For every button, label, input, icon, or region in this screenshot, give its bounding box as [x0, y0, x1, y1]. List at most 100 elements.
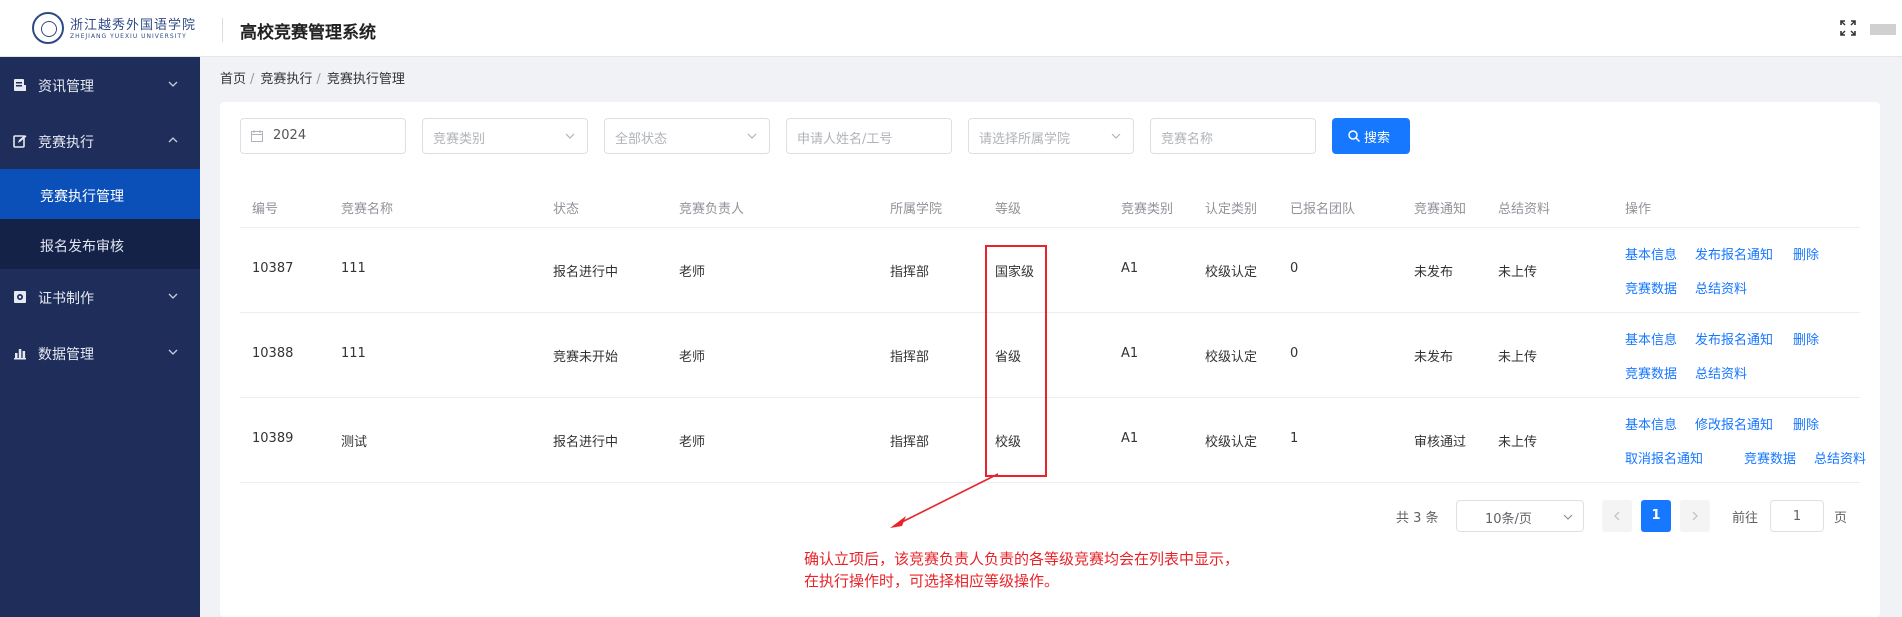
- cell-id: 10387: [252, 261, 294, 276]
- sidebar-item-certificate[interactable]: 证书制作: [0, 269, 200, 325]
- competition-data-link[interactable]: 竞赛数据: [1625, 278, 1677, 297]
- annotation-line-2: 在执行操作时，可选择相应等级操作。: [804, 572, 1060, 590]
- cell-recognition: 校级认定: [1205, 350, 1258, 365]
- column-header-id: 编号: [252, 202, 279, 217]
- cell-id: 10388: [252, 346, 294, 361]
- cell-notice: 未发布: [1414, 350, 1454, 365]
- header-divider: [222, 18, 223, 42]
- breadcrumb-home[interactable]: 首页: [220, 72, 246, 87]
- cell-teams: 0: [1290, 261, 1299, 276]
- submenu-execution: 竞赛执行管理 报名发布审核: [0, 169, 200, 269]
- basic-info-link[interactable]: 基本信息: [1625, 414, 1677, 433]
- column-header-summary: 总结资料: [1498, 202, 1551, 217]
- goto-label: 前往: [1732, 511, 1759, 526]
- year-picker[interactable]: 2024: [240, 118, 406, 154]
- annotation-line-1: 确认立项后，该竞赛负责人负责的各等级竞赛均会在列表中显示，: [804, 550, 1240, 568]
- basic-info-link[interactable]: 基本信息: [1625, 329, 1677, 348]
- applicant-placeholder: 申请人姓名/工号: [797, 132, 893, 147]
- delete-link[interactable]: 删除: [1793, 414, 1819, 433]
- prev-page-button[interactable]: [1602, 500, 1632, 532]
- chevron-down-icon: [1111, 133, 1121, 139]
- column-header-college: 所属学院: [890, 202, 943, 217]
- cell-recognition: 校级认定: [1205, 265, 1258, 280]
- cell-notice: 未发布: [1414, 265, 1454, 280]
- column-header-name: 竞赛名称: [341, 202, 394, 217]
- sidebar-item-execution[interactable]: 竞赛执行: [0, 113, 200, 169]
- chevron-up-icon: [168, 137, 178, 143]
- cell-category: A1: [1121, 261, 1139, 276]
- status-select[interactable]: 全部状态: [604, 118, 770, 154]
- cell-status: 竞赛未开始: [553, 350, 619, 365]
- competition-name-input[interactable]: 竞赛名称: [1150, 118, 1316, 154]
- cell-name: 测试: [341, 435, 368, 450]
- edit-notice-link[interactable]: 修改报名通知: [1695, 414, 1773, 433]
- competition-data-link[interactable]: 竞赛数据: [1625, 363, 1677, 382]
- user-avatar[interactable]: [1870, 24, 1896, 35]
- breadcrumb: 首页 / 竞赛执行 / 竞赛执行管理: [220, 68, 407, 87]
- logo-text: 浙江越秀外国语学院: [70, 18, 197, 33]
- cancel-notice-link[interactable]: 取消报名通知: [1625, 448, 1703, 467]
- breadcrumb-separator: /: [316, 72, 321, 87]
- annotation-text: 确认立项后，该竞赛负责人负责的各等级竞赛均会在列表中显示， 在执行操作时，可选择…: [804, 548, 1239, 592]
- publish-notice-link[interactable]: 发布报名通知: [1695, 244, 1773, 263]
- fullscreen-icon[interactable]: [1840, 20, 1856, 36]
- main-panel: 2024 竞赛类别 全部状态 申请人姓名/工号 请选择所属学院 竞赛名称 搜索 …: [220, 102, 1880, 617]
- publish-notice-link[interactable]: 发布报名通知: [1695, 329, 1773, 348]
- college-placeholder: 请选择所属学院: [979, 132, 1071, 147]
- column-header-recognition: 认定类别: [1205, 202, 1258, 217]
- annotation-arrow: [890, 473, 999, 528]
- next-page-button[interactable]: [1680, 500, 1710, 532]
- annotation-highlight-box: [985, 245, 1047, 477]
- sidebar-subitem-execution-management[interactable]: 竞赛执行管理: [0, 169, 200, 219]
- basic-info-link[interactable]: 基本信息: [1625, 244, 1677, 263]
- summary-materials-link[interactable]: 总结资料: [1695, 278, 1747, 297]
- column-header-teams: 已报名团队: [1290, 202, 1356, 217]
- logo-subtext: ZHEJIANG YUEXIU UNIVERSITY: [70, 33, 187, 40]
- sidebar-item-label: 证书制作: [38, 291, 94, 307]
- college-select[interactable]: 请选择所属学院: [968, 118, 1134, 154]
- delete-link[interactable]: 删除: [1793, 329, 1819, 348]
- cell-id: 10389: [252, 431, 294, 446]
- seal-icon: [32, 12, 64, 44]
- category-placeholder: 竞赛类别: [433, 132, 486, 147]
- pagination-total: 共 3 条: [1396, 511, 1439, 526]
- breadcrumb-level1[interactable]: 竞赛执行: [260, 72, 312, 87]
- applicant-input[interactable]: 申请人姓名/工号: [786, 118, 952, 154]
- cell-college: 指挥部: [890, 265, 930, 280]
- table-header: 编号 竞赛名称 状态 竞赛负责人 所属学院 等级 竞赛类别 认定类别 已报名团队…: [240, 184, 1860, 228]
- sidebar-subitem-label: 竞赛执行管理: [40, 189, 124, 205]
- search-button-label: 搜索: [1364, 131, 1391, 146]
- sidebar-subitem-label: 报名发布审核: [40, 239, 124, 255]
- chevron-down-icon: [1563, 514, 1573, 520]
- column-header-status: 状态: [553, 202, 580, 217]
- page-number-1[interactable]: 1: [1641, 500, 1671, 532]
- cell-leader: 老师: [679, 265, 706, 280]
- cell-category: A1: [1121, 346, 1139, 361]
- summary-materials-link[interactable]: 总结资料: [1814, 448, 1866, 467]
- cell-leader: 老师: [679, 435, 706, 450]
- sidebar-item-label: 竞赛执行: [38, 135, 94, 151]
- status-placeholder: 全部状态: [615, 132, 668, 147]
- cell-summary: 未上传: [1498, 265, 1538, 280]
- chevron-left-icon: [1614, 511, 1620, 521]
- competition-data-link[interactable]: 竞赛数据: [1744, 448, 1796, 467]
- sidebar-item-label: 数据管理: [38, 347, 94, 363]
- sidebar-subitem-registration-review[interactable]: 报名发布审核: [0, 219, 200, 269]
- cell-status: 报名进行中: [553, 265, 619, 280]
- search-button[interactable]: 搜索: [1332, 118, 1410, 154]
- app-title: 高校竞赛管理系统: [240, 23, 376, 43]
- goto-page-input[interactable]: [1770, 500, 1824, 532]
- cell-notice: 审核通过: [1414, 435, 1467, 450]
- cell-recognition: 校级认定: [1205, 435, 1258, 450]
- sidebar-item-news[interactable]: 资讯管理: [0, 57, 200, 113]
- page-size-select[interactable]: 10条/页: [1456, 500, 1584, 532]
- breadcrumb-separator: /: [250, 72, 255, 87]
- cell-summary: 未上传: [1498, 350, 1538, 365]
- category-select[interactable]: 竞赛类别: [422, 118, 588, 154]
- chevron-right-icon: [1692, 511, 1698, 521]
- delete-link[interactable]: 删除: [1793, 244, 1819, 263]
- page-word: 页: [1834, 511, 1848, 526]
- page-size-value: 10条/页: [1485, 512, 1532, 527]
- sidebar-item-data[interactable]: 数据管理: [0, 325, 200, 381]
- summary-materials-link[interactable]: 总结资料: [1695, 363, 1747, 382]
